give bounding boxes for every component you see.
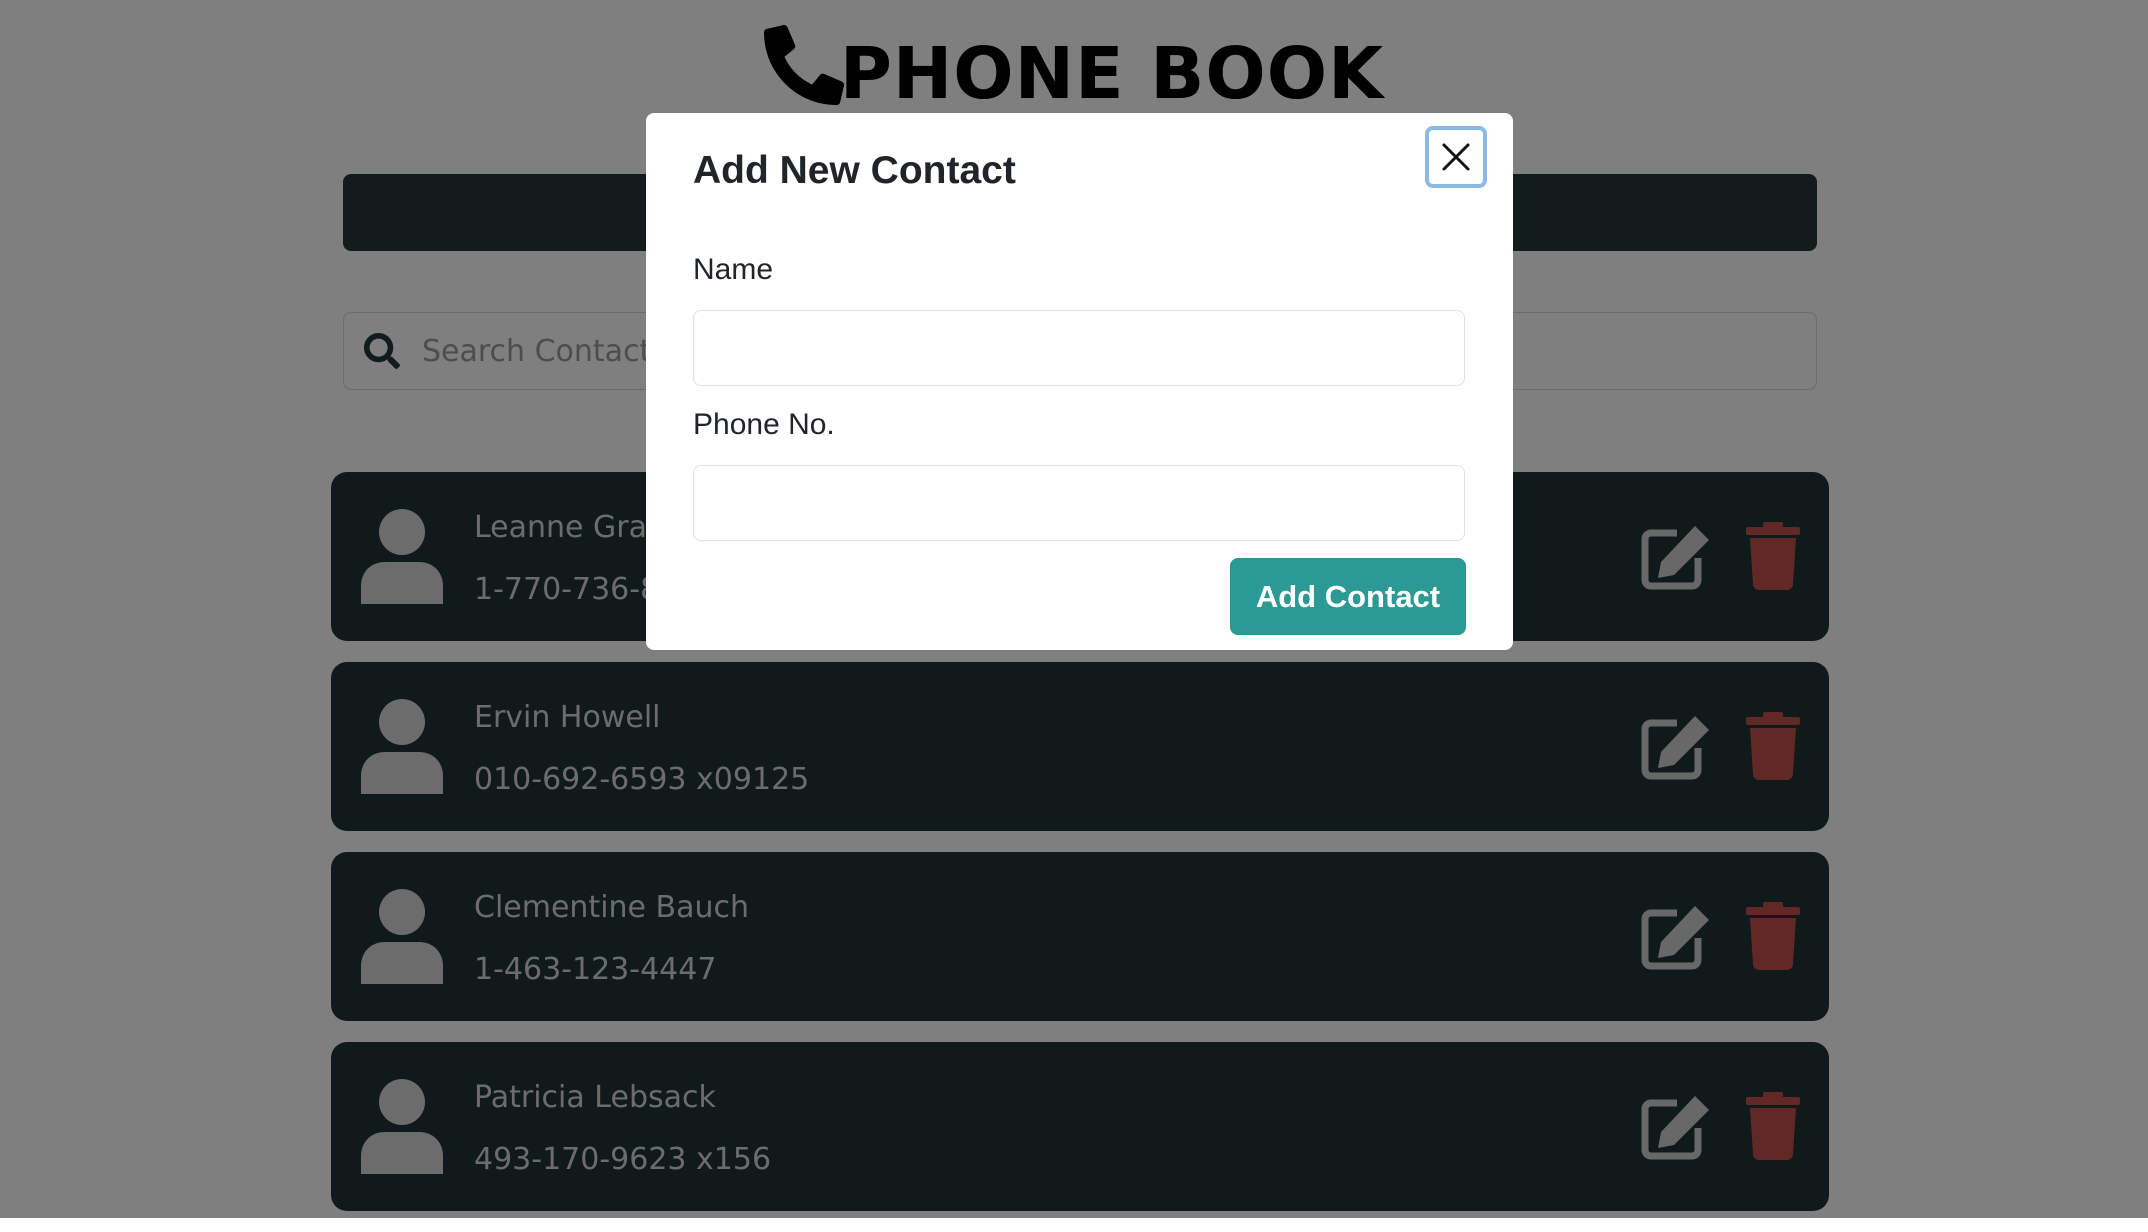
name-input[interactable] xyxy=(693,310,1465,386)
add-contact-button[interactable]: Add Contact xyxy=(1230,558,1466,635)
close-icon xyxy=(1442,143,1470,171)
phone-label: Phone No. xyxy=(693,408,835,441)
name-label: Name xyxy=(693,253,774,286)
phone-input[interactable] xyxy=(693,465,1465,541)
phone-book-app: PHONE BOOK Leanne Graham 1-770-736-8031 … xyxy=(0,0,2148,1218)
add-contact-modal: Add New Contact Name Phone No. Add Conta… xyxy=(646,113,1513,650)
modal-title: Add New Contact xyxy=(693,149,1016,192)
close-button[interactable] xyxy=(1425,126,1487,188)
